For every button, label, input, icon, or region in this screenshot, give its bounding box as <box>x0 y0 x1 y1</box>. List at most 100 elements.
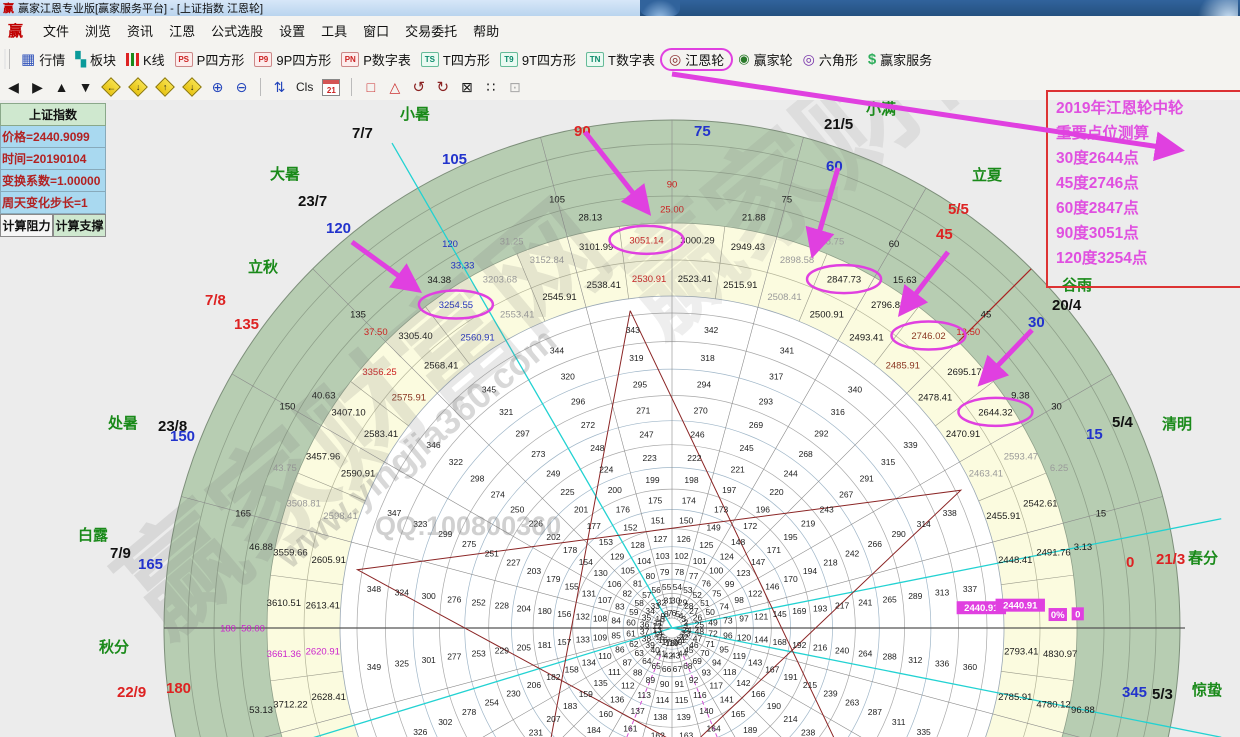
toolbar-hexagon-button[interactable]: ◎六角形 <box>798 48 863 71</box>
svg-text:244: 244 <box>784 468 798 478</box>
info-row: 价格=2440.9099 <box>0 126 106 148</box>
wheel-outside-label: 5/4 <box>1112 414 1134 431</box>
zoom-in-icon[interactable]: ⊕ <box>210 79 225 96</box>
toolbar-winner-service-button[interactable]: $赢家服务 <box>863 48 937 71</box>
menu-文件[interactable]: 文件 <box>35 18 77 43</box>
svg-text:2440.91: 2440.91 <box>1003 601 1038 612</box>
svg-text:2847.73: 2847.73 <box>827 275 861 286</box>
next-icon[interactable]: ▶ <box>30 79 45 96</box>
zoom-out-icon[interactable]: ⊖ <box>234 79 249 96</box>
up-icon[interactable]: ▲ <box>54 79 69 95</box>
svg-text:229: 229 <box>495 645 509 655</box>
svg-text:203: 203 <box>527 566 541 576</box>
svg-text:243: 243 <box>820 504 834 514</box>
svg-text:318: 318 <box>701 353 715 363</box>
toolbar-gann-wheel-button[interactable]: ◎江恩轮 <box>660 48 733 71</box>
pin-icon[interactable]: ⊡ <box>507 79 522 96</box>
svg-text:340: 340 <box>848 385 862 395</box>
svg-text:4830.97: 4830.97 <box>1043 649 1077 660</box>
svg-text:96: 96 <box>723 630 733 640</box>
winner-wheel-icon: ◉ <box>738 51 749 67</box>
toolbar-kline-button[interactable]: K线 <box>121 48 170 71</box>
wheel-outside-label: 秋分 <box>99 638 129 656</box>
rect-tool-icon[interactable]: □ <box>363 79 378 95</box>
wheel-outside-label: 清明 <box>1162 415 1192 433</box>
calc-support-button[interactable]: 计算支撑 <box>53 214 106 237</box>
svg-text:93: 93 <box>702 668 712 678</box>
cls-button[interactable]: Cls <box>296 80 313 94</box>
menu-设置[interactable]: 设置 <box>271 18 313 43</box>
down-icon[interactable]: ▼ <box>78 79 93 95</box>
t-adjust-icon[interactable]: ⇅ <box>272 79 287 96</box>
menu-帮助[interactable]: 帮助 <box>465 18 507 43</box>
svg-text:64: 64 <box>642 656 652 666</box>
svg-text:161: 161 <box>623 723 637 733</box>
svg-text:207: 207 <box>546 714 560 724</box>
toolbar-9p-square-button[interactable]: P99P四方形 <box>249 48 336 71</box>
svg-text:264: 264 <box>858 649 872 659</box>
calc-resistance-button[interactable]: 计算阻力 <box>0 214 53 237</box>
svg-text:272: 272 <box>581 420 595 430</box>
rotate-cw-icon[interactable]: ↻ <box>435 78 450 96</box>
svg-text:311: 311 <box>892 717 906 727</box>
p-square-icon: PS <box>175 52 193 67</box>
svg-text:55: 55 <box>662 582 672 592</box>
svg-text:9.38: 9.38 <box>1011 391 1030 402</box>
annotation-line: 2019年江恩轮中轮 <box>1056 96 1240 121</box>
svg-text:294: 294 <box>697 380 711 390</box>
svg-text:65: 65 <box>651 661 661 671</box>
menu-交易委托[interactable]: 交易委托 <box>397 18 465 43</box>
prev-icon[interactable]: ◀ <box>6 79 21 96</box>
9p-square-label: 9P四方形 <box>276 50 331 69</box>
rotate-ccw-icon[interactable]: ↺ <box>411 78 426 96</box>
svg-text:245: 245 <box>740 443 754 453</box>
menu-资讯[interactable]: 资讯 <box>119 18 161 43</box>
svg-text:158: 158 <box>565 665 579 675</box>
svg-text:94: 94 <box>712 657 722 667</box>
toolbar-p-square-button[interactable]: PSP四方形 <box>170 48 250 71</box>
svg-text:70: 70 <box>700 648 710 658</box>
calendar-icon[interactable]: 21 <box>322 79 340 96</box>
menu-公式选股[interactable]: 公式选股 <box>203 18 271 43</box>
toolbar-p-number-table-button[interactable]: PNP数字表 <box>336 48 416 71</box>
gann-wheel-chart[interactable]: 1234567891011121314151617181920212223242… <box>0 100 1240 737</box>
toolbar-sectors-button[interactable]: ▚板块 <box>70 48 121 71</box>
svg-text:2644.32: 2644.32 <box>978 407 1012 418</box>
toolbar-9t-square-button[interactable]: T99T四方形 <box>495 48 581 71</box>
svg-text:157: 157 <box>557 637 571 647</box>
wheel-outside-label: 345 <box>1122 684 1147 701</box>
svg-text:50: 50 <box>705 607 715 617</box>
pan-down2-diamond-icon[interactable]: ↓ <box>182 77 202 97</box>
delete-box-icon[interactable]: ⊠ <box>459 79 474 96</box>
svg-text:66: 66 <box>662 664 672 674</box>
svg-text:12.50: 12.50 <box>956 327 980 338</box>
svg-text:254: 254 <box>485 698 499 708</box>
pan-down-diamond-icon[interactable]: ↓ <box>128 77 148 97</box>
toolbar-winner-wheel-button[interactable]: ◉赢家轮 <box>733 48 797 71</box>
menu-江恩[interactable]: 江恩 <box>161 18 203 43</box>
toolbar-t-number-table-button[interactable]: TNT数字表 <box>581 48 660 71</box>
svg-text:276: 276 <box>447 594 461 604</box>
menu-工具[interactable]: 工具 <box>313 18 355 43</box>
annotation-line: 120度3254点 <box>1056 246 1240 271</box>
svg-text:125: 125 <box>699 540 713 550</box>
move-icon[interactable]: ∷ <box>483 79 498 96</box>
pan-up-diamond-icon[interactable]: ↑ <box>155 77 175 97</box>
svg-text:219: 219 <box>801 519 815 529</box>
menu-窗口[interactable]: 窗口 <box>355 18 397 43</box>
menu-浏览[interactable]: 浏览 <box>77 18 119 43</box>
pan-left-diamond-icon[interactable]: ← <box>101 77 121 97</box>
svg-text:50.00: 50.00 <box>241 624 265 635</box>
svg-text:320: 320 <box>561 371 575 381</box>
info-row: 周天变化步长=1 <box>0 192 106 214</box>
svg-text:247: 247 <box>639 430 653 440</box>
triangle-tool-icon[interactable]: △ <box>387 79 402 96</box>
p-number-table-label: P数字表 <box>363 50 411 69</box>
toolbar-t-square-button[interactable]: TST四方形 <box>416 48 495 71</box>
svg-text:293: 293 <box>759 396 773 406</box>
wheel-outside-label: 7/7 <box>352 125 373 142</box>
svg-text:253: 253 <box>472 649 486 659</box>
toolbar-quotes-button[interactable]: ▦行情 <box>16 48 70 71</box>
svg-text:170: 170 <box>784 574 798 584</box>
svg-text:270: 270 <box>694 405 708 415</box>
